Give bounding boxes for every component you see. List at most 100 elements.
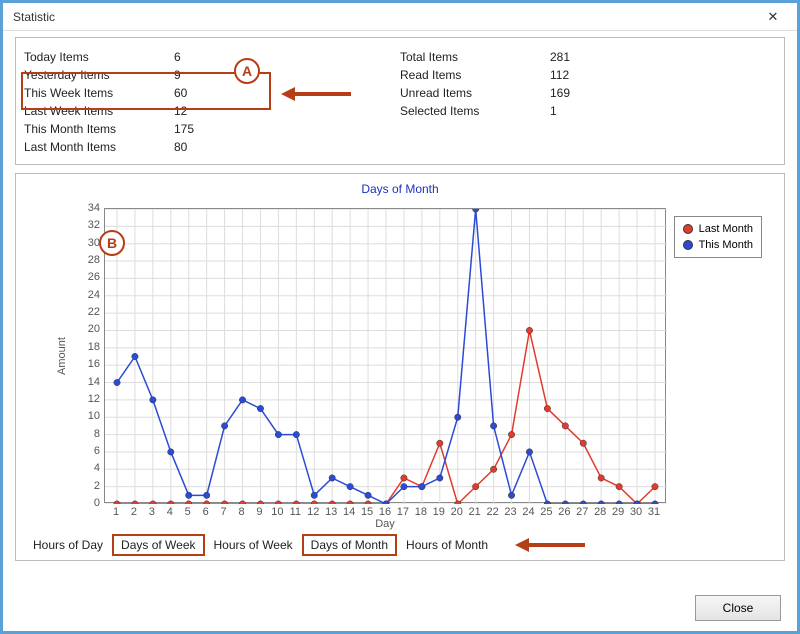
x-tick-label: 30 — [630, 506, 642, 518]
stats-label: Selected Items — [400, 102, 550, 120]
titlebar: Statistic ✕ — [3, 3, 797, 31]
legend-dot-icon — [683, 224, 693, 234]
x-tick-label: 12 — [307, 506, 319, 518]
x-tick-label: 24 — [522, 506, 534, 518]
legend: Last Month This Month — [674, 216, 762, 258]
arrow-icon — [515, 536, 585, 554]
stats-label: Last Month Items — [24, 138, 174, 156]
x-axis-label: Day — [104, 518, 666, 530]
stats-row: Today Items6 — [24, 48, 400, 66]
stats-left-column: Today Items6Yesterday Items9This Week It… — [24, 48, 400, 156]
stats-row: This Week Items60 — [24, 84, 400, 102]
chart-panel: Days of Month 02468101214161820222426283… — [15, 173, 785, 561]
x-tick-label: 19 — [433, 506, 445, 518]
chart-area: 0246810121416182022242628303234 12345678… — [24, 198, 776, 528]
stats-value: 112 — [550, 66, 610, 84]
close-button[interactable]: Close — [695, 595, 781, 621]
y-axis-label: Amount — [56, 337, 68, 375]
chart-tab[interactable]: Hours of Week — [205, 534, 302, 556]
y-tick-label: 12 — [24, 393, 100, 405]
x-tick-label: 14 — [343, 506, 355, 518]
x-tick-label: 8 — [238, 506, 244, 518]
stats-value: 169 — [550, 84, 610, 102]
y-tick-label: 24 — [24, 289, 100, 301]
x-tick-label: 7 — [221, 506, 227, 518]
chart-tab[interactable]: Days of Week — [112, 534, 204, 556]
x-tick-label: 13 — [325, 506, 337, 518]
y-tick-label: 14 — [24, 376, 100, 388]
x-tick-label: 31 — [648, 506, 660, 518]
y-tick-label: 30 — [24, 237, 100, 249]
stats-value: 175 — [174, 120, 234, 138]
x-tick-label: 20 — [451, 506, 463, 518]
x-tick-label: 1 — [113, 506, 119, 518]
stats-row: Yesterday Items9 — [24, 66, 400, 84]
x-tick-label: 11 — [290, 506, 301, 518]
stats-label: This Week Items — [24, 84, 174, 102]
chart-tab[interactable]: Hours of Month — [397, 534, 497, 556]
x-tick-label: 25 — [540, 506, 552, 518]
y-tick-label: 6 — [24, 445, 100, 457]
y-tick-label: 26 — [24, 271, 100, 283]
x-tick-label: 27 — [576, 506, 588, 518]
x-tick-label: 5 — [185, 506, 191, 518]
stats-row: This Month Items175 — [24, 120, 400, 138]
stats-row: Last Month Items80 — [24, 138, 400, 156]
chart-tab[interactable]: Hours of Day — [24, 534, 112, 556]
x-tick-label: 9 — [256, 506, 262, 518]
stats-label: Read Items — [400, 66, 550, 84]
stats-row: Last Week Items12 — [24, 102, 400, 120]
stats-label: Last Week Items — [24, 102, 174, 120]
x-tick-label: 3 — [149, 506, 155, 518]
stats-right-column: Total Items281Read Items112Unread Items1… — [400, 48, 776, 156]
legend-label: This Month — [699, 237, 753, 253]
legend-label: Last Month — [699, 221, 753, 237]
stats-value: 12 — [174, 102, 234, 120]
legend-dot-icon — [683, 240, 693, 250]
x-tick-label: 28 — [594, 506, 606, 518]
stats-value: 1 — [550, 102, 610, 120]
y-tick-label: 22 — [24, 306, 100, 318]
legend-item-last-month: Last Month — [683, 221, 753, 237]
x-tick-label: 17 — [397, 506, 409, 518]
legend-item-this-month: This Month — [683, 237, 753, 253]
chart-tab[interactable]: Days of Month — [302, 534, 397, 556]
x-tick-label: 26 — [558, 506, 570, 518]
y-tick-label: 20 — [24, 323, 100, 335]
x-tick-label: 18 — [415, 506, 427, 518]
x-tick-label: 22 — [486, 506, 498, 518]
stats-value: 6 — [174, 48, 234, 66]
stats-row: Unread Items169 — [400, 84, 776, 102]
stats-label: This Month Items — [24, 120, 174, 138]
stats-value: 9 — [174, 66, 234, 84]
y-tick-label: 28 — [24, 254, 100, 266]
x-tick-label: 15 — [361, 506, 373, 518]
plot-area — [104, 208, 666, 503]
stats-row: Total Items281 — [400, 48, 776, 66]
close-icon[interactable]: ✕ — [753, 5, 793, 29]
y-tick-label: 8 — [24, 428, 100, 440]
stats-row: Read Items112 — [400, 66, 776, 84]
stats-value: 60 — [174, 84, 234, 102]
x-tick-label: 4 — [167, 506, 173, 518]
x-tick-label: 6 — [203, 506, 209, 518]
stats-label: Yesterday Items — [24, 66, 174, 84]
y-tick-label: 34 — [24, 202, 100, 214]
y-tick-label: 0 — [24, 497, 100, 509]
x-tick-label: 10 — [271, 506, 283, 518]
x-tick-label: 29 — [612, 506, 624, 518]
y-tick-label: 4 — [24, 462, 100, 474]
window-title: Statistic — [13, 10, 55, 24]
stats-value: 281 — [550, 48, 610, 66]
stats-label: Today Items — [24, 48, 174, 66]
chart-tabs: Hours of DayDays of WeekHours of WeekDay… — [24, 534, 776, 556]
stats-label: Total Items — [400, 48, 550, 66]
stats-panel: Today Items6Yesterday Items9This Week It… — [15, 37, 785, 165]
stats-row: Selected Items1 — [400, 102, 776, 120]
x-tick-label: 2 — [131, 506, 137, 518]
y-tick-label: 32 — [24, 219, 100, 231]
y-tick-label: 10 — [24, 410, 100, 422]
stats-value: 80 — [174, 138, 234, 156]
stats-label: Unread Items — [400, 84, 550, 102]
chart-title: Days of Month — [24, 182, 776, 196]
